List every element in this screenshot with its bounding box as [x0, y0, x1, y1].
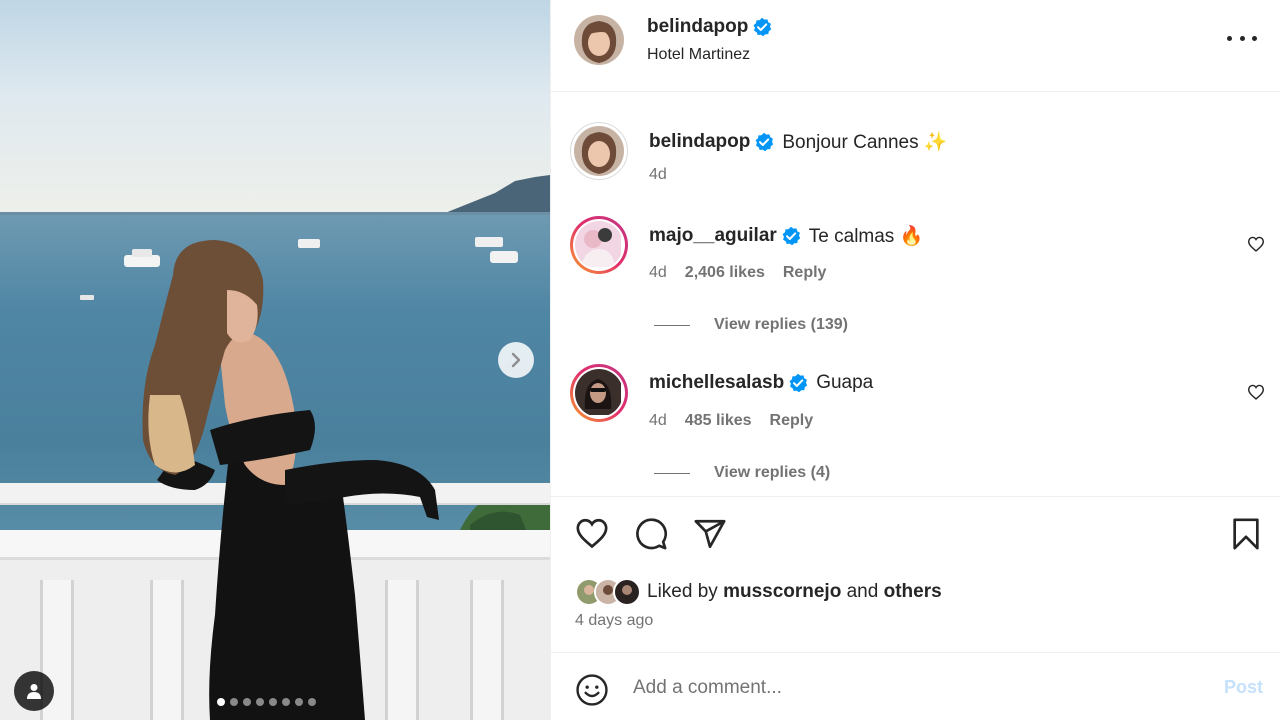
carousel-dot: [217, 698, 225, 706]
author-name-row: belindapop: [647, 16, 772, 38]
more-icon: [1239, 35, 1245, 41]
author-avatar[interactable]: [574, 15, 624, 65]
post-actions: [551, 496, 1280, 550]
liked-by: Liked by musscornejo and others: [575, 578, 942, 606]
next-slide-button[interactable]: [498, 342, 534, 378]
author-username[interactable]: belindapop: [647, 16, 748, 38]
liked-by-user[interactable]: musscornejo: [723, 581, 841, 603]
liked-by-others[interactable]: others: [884, 581, 942, 603]
carousel-dot: [256, 698, 264, 706]
replies-divider: [654, 472, 690, 474]
comment-likes[interactable]: 485 likes: [685, 412, 752, 430]
reply-button[interactable]: Reply: [783, 264, 827, 282]
baluster: [470, 580, 504, 720]
carousel-dot: [243, 698, 251, 706]
comment-text: Te calmas 🔥: [808, 226, 924, 247]
comment-composer: Post: [551, 652, 1280, 720]
emoji-icon[interactable]: [575, 673, 609, 707]
caption-text-row: belindapop Bonjour Cannes ✨: [649, 130, 948, 154]
more-icon: [1252, 35, 1257, 41]
comment-text-row: michellesalasb Guapa: [649, 372, 873, 394]
replies-divider: [654, 324, 690, 326]
comment-input[interactable]: [633, 673, 1193, 703]
carousel-indicator: [217, 698, 316, 706]
view-replies-label: View replies (139): [714, 316, 848, 333]
tagged-people-button[interactable]: [14, 671, 54, 711]
more-icon: [1227, 35, 1232, 41]
reply-button[interactable]: Reply: [770, 412, 814, 430]
verified-icon: [789, 373, 808, 393]
caption-username[interactable]: belindapop: [649, 131, 750, 153]
comment-meta: 4d 2,406 likes Reply: [649, 264, 826, 282]
caption-meta: 4d: [649, 166, 667, 184]
comment-icon[interactable]: [634, 517, 668, 551]
comment-text: Guapa: [816, 372, 874, 393]
comment-like-icon[interactable]: [1247, 236, 1265, 252]
verified-icon: [753, 17, 772, 37]
caption: belindapop Bonjour Cannes ✨ 4d: [551, 120, 1280, 190]
comment-meta: 4d 485 likes Reply: [649, 412, 813, 430]
photo-horizon: [0, 212, 550, 215]
comment-like-icon[interactable]: [1247, 384, 1265, 400]
chevron-right-icon: [511, 352, 521, 368]
comment-age[interactable]: 4d: [649, 264, 667, 282]
post-time-ago[interactable]: 4 days ago: [575, 612, 653, 630]
heart-icon[interactable]: [575, 517, 609, 549]
post-detail-panel: belindapop Hotel Martinez belindapop Bon…: [550, 0, 1280, 720]
liked-by-prefix: Liked by: [647, 581, 718, 602]
liked-by-and: and: [846, 581, 879, 602]
comment-username[interactable]: michellesalasb: [649, 372, 784, 394]
comment-username[interactable]: majo__aguilar: [649, 225, 777, 247]
carousel-dot: [308, 698, 316, 706]
comment-item: majo__aguilar Te calmas 🔥 4d 2,406 likes…: [551, 214, 1280, 334]
caption-age[interactable]: 4d: [649, 166, 667, 184]
photo-mountain: [440, 175, 550, 215]
comment-item: michellesalasb Guapa 4d 485 likes Reply …: [551, 362, 1280, 482]
comment-text-row: majo__aguilar Te calmas 🔥: [649, 224, 923, 248]
carousel-dot: [295, 698, 303, 706]
view-replies-label: View replies (4): [714, 464, 831, 481]
carousel-dot: [230, 698, 238, 706]
view-replies-button[interactable]: View replies (139): [654, 316, 848, 334]
comment-avatar[interactable]: [570, 216, 628, 274]
caption-avatar[interactable]: [570, 122, 628, 180]
comment-age[interactable]: 4d: [649, 412, 667, 430]
tag-people-icon: [27, 684, 41, 699]
comment-likes[interactable]: 2,406 likes: [685, 264, 765, 282]
liker-avatars[interactable]: [575, 578, 641, 606]
post-comment-button[interactable]: Post: [1224, 677, 1263, 698]
more-options-button[interactable]: [1227, 26, 1257, 50]
post-photo[interactable]: [0, 0, 550, 720]
carousel-dot: [282, 698, 290, 706]
avatar: [613, 578, 641, 606]
post-location[interactable]: Hotel Martinez: [647, 46, 750, 64]
bookmark-icon[interactable]: [1231, 517, 1261, 551]
view-replies-button[interactable]: View replies (4): [654, 464, 830, 482]
post-header: belindapop Hotel Martinez: [551, 0, 1280, 92]
caption-text: Bonjour Cannes ✨: [782, 132, 948, 153]
photo-person: [142, 240, 439, 720]
verified-icon: [782, 226, 800, 246]
share-icon[interactable]: [693, 517, 727, 551]
verified-icon: [755, 132, 774, 152]
comment-avatar[interactable]: [570, 364, 628, 422]
carousel-dot: [269, 698, 277, 706]
